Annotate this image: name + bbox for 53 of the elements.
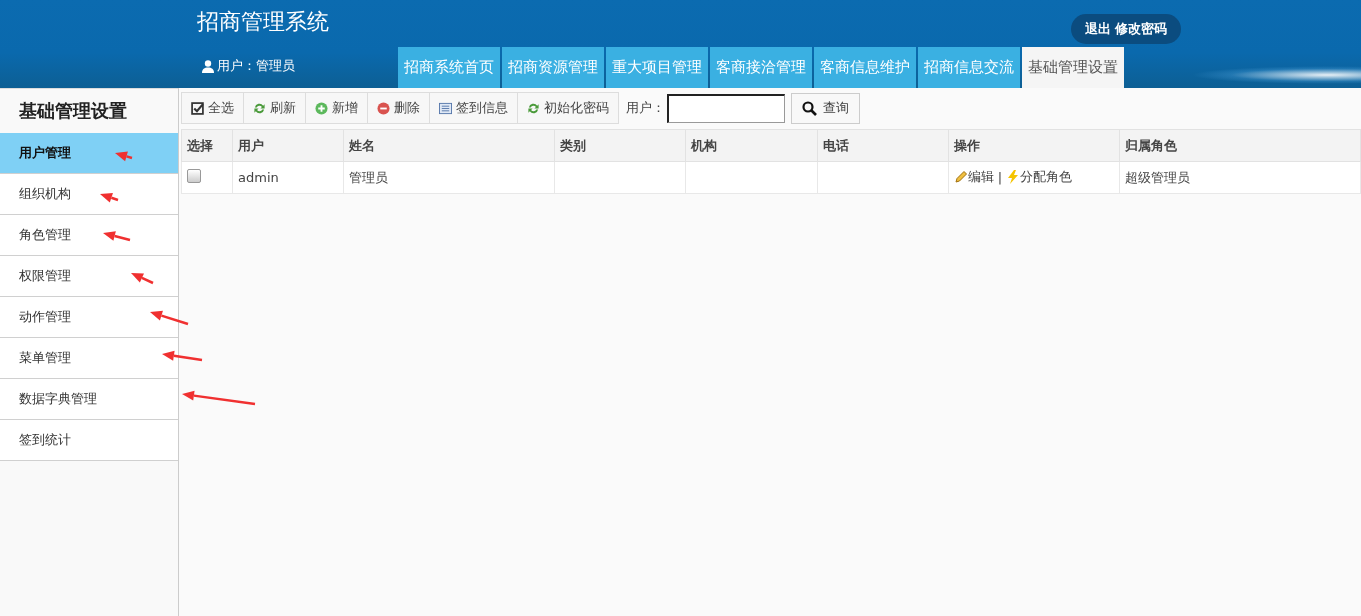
sidebar-item[interactable]: 用户管理 [0,133,178,174]
toolbar-button[interactable]: 刷新 [243,92,306,124]
search-label: 用户： [626,99,665,117]
table-cell: 管理员 [349,169,389,185]
sidebar-item[interactable]: 签到统计 [0,420,178,461]
column-header: 用户 [232,129,344,162]
column-header: 机构 [685,129,817,162]
remove-icon [377,101,390,115]
sidebar-item[interactable]: 菜单管理 [0,338,178,379]
sidebar-item[interactable]: 权限管理 [0,256,178,297]
toolbar-button[interactable]: 签到信息 [429,92,518,124]
toolbar-button[interactable]: 全选 [181,92,244,124]
toolbar-button[interactable]: 删除 [367,92,430,124]
toolbar-button[interactable]: 新增 [305,92,368,124]
column-header: 选择 [181,129,233,162]
annotation-arrow [150,310,189,326]
action-link[interactable]: 分配角色 [1020,168,1073,186]
sidebar-item[interactable]: 动作管理 [0,297,178,338]
user-search-field[interactable] [667,93,785,123]
sidebar-item[interactable]: 角色管理 [0,215,178,256]
search-icon [802,100,817,116]
app-title: 招商管理系统 [197,8,329,36]
list-icon [439,101,452,115]
annotation-arrow [131,273,154,285]
header-link[interactable]: 修改密码 [1115,20,1167,38]
sidebar-item[interactable]: 数据字典管理 [0,379,178,420]
lightning-icon [1006,170,1021,184]
add-icon [315,101,328,115]
column-header: 类别 [554,129,686,162]
table-cell: 超级管理员 [1124,169,1190,185]
nav-tab[interactable]: 基础管理设置 [1022,47,1124,88]
column-header: 电话 [817,129,949,162]
row-checkbox[interactable] [187,169,201,183]
refresh-icon [527,101,540,115]
sidebar-item[interactable]: 组织机构 [0,174,178,215]
column-header: 姓名 [343,129,555,162]
table-cell: admin [238,170,279,185]
column-header: 归属角色 [1119,129,1361,162]
checkbox-icon [191,101,204,115]
user-label: 用户：管理员 [217,57,295,75]
annotation-arrow [103,231,131,242]
search-button[interactable]: 查询 [791,92,860,124]
toolbar-button[interactable]: 初始化密码 [517,92,619,124]
header-link[interactable]: 退出 [1085,20,1111,38]
separator: | [996,169,1004,185]
refresh-icon [253,101,266,115]
annotation-arrow [100,193,119,203]
user-icon [202,59,214,73]
column-header: 操作 [948,129,1120,162]
annotation-arrow [115,151,133,162]
pencil-icon [953,170,968,184]
action-link[interactable]: 编辑 [967,168,994,186]
annotation-arrow [162,350,203,362]
